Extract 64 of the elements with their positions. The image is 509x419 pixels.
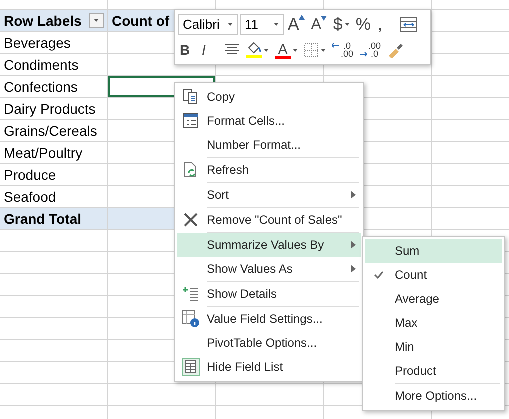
row-label: Meat/Poultry bbox=[4, 145, 83, 161]
row-label: Produce bbox=[4, 167, 56, 183]
add-list-icon bbox=[182, 285, 200, 303]
menu-item[interactable]: Number Format... bbox=[177, 133, 361, 157]
menu-item[interactable]: PivotTable Options... bbox=[177, 331, 361, 355]
menu-item[interactable]: Min bbox=[365, 335, 502, 359]
row-label: Dairy Products bbox=[4, 101, 96, 117]
toolbar-button[interactable]: .0 .00 bbox=[330, 40, 356, 60]
up-arrow-icon bbox=[299, 14, 306, 20]
row-label: Seafood bbox=[4, 189, 56, 205]
paint-bucket-icon bbox=[246, 42, 262, 55]
grand-total-label: Grand Total bbox=[0, 208, 107, 229]
toolbar-button[interactable]: , bbox=[376, 14, 396, 34]
menu-item[interactable]: Format Cells... bbox=[177, 109, 361, 133]
font-dropdown[interactable]: Calibri bbox=[178, 14, 238, 35]
caret-icon bbox=[274, 23, 279, 26]
toolbar-button[interactable]: A bbox=[309, 14, 330, 34]
caret-icon bbox=[228, 23, 233, 26]
menu-item[interactable]: Count bbox=[365, 263, 502, 287]
down-arrow-icon bbox=[321, 16, 328, 21]
caret-icon bbox=[321, 48, 326, 52]
caret-icon bbox=[94, 19, 99, 22]
close-icon bbox=[182, 211, 200, 229]
menu-item[interactable]: Remove "Count of Sales" bbox=[177, 208, 361, 232]
menu-item[interactable]: Sum bbox=[365, 239, 502, 263]
caret-icon bbox=[264, 48, 269, 52]
toolbar-button[interactable] bbox=[398, 14, 420, 34]
menu-item[interactable]: Copy bbox=[177, 85, 361, 109]
toolbar-button[interactable] bbox=[244, 40, 271, 60]
menu-item[interactable]: Max bbox=[365, 311, 502, 335]
menu-item[interactable]: Value Field Settings... bbox=[177, 307, 361, 331]
row-label: Condiments bbox=[4, 57, 79, 73]
toolbar-button[interactable]: I bbox=[200, 40, 220, 60]
menu-item[interactable]: Show Values As bbox=[177, 257, 361, 281]
copy-icon bbox=[182, 88, 200, 106]
paintbrush-icon bbox=[387, 42, 406, 58]
menu-item[interactable]: Show Details bbox=[177, 282, 361, 306]
menu-item[interactable]: Average bbox=[365, 287, 502, 311]
merge-cells-icon bbox=[400, 16, 418, 32]
menu-item[interactable]: Sort bbox=[177, 183, 361, 207]
column-header: Row Labels bbox=[4, 13, 82, 29]
toolbar-button[interactable]: .00 .0 bbox=[358, 40, 384, 60]
menu-item[interactable]: Summarize Values By bbox=[177, 233, 361, 257]
row-label: Beverages bbox=[4, 35, 71, 51]
menu-item[interactable]: Product bbox=[365, 359, 502, 383]
menu-item[interactable]: Hide Field List bbox=[177, 355, 361, 379]
borders-icon bbox=[304, 42, 319, 58]
caret-icon bbox=[344, 23, 350, 26]
toolbar-button[interactable]: A bbox=[273, 40, 300, 60]
toolbar-button[interactable]: B bbox=[178, 40, 198, 60]
align-center-icon bbox=[224, 43, 240, 57]
toolbar-button[interactable]: A bbox=[286, 14, 308, 34]
field-list-icon bbox=[182, 358, 200, 376]
menu-item[interactable]: More Options... bbox=[365, 384, 502, 408]
toolbar-button[interactable]: $ bbox=[331, 14, 352, 34]
format-cells-icon bbox=[182, 112, 200, 130]
toolbar-button[interactable]: % bbox=[354, 14, 374, 34]
filter-dropdown-button[interactable] bbox=[89, 13, 104, 28]
font-size-dropdown[interactable]: 11 bbox=[240, 14, 284, 35]
field-settings-icon bbox=[182, 310, 200, 328]
row-label: Grains/Cereals bbox=[4, 123, 98, 139]
row-label: Confections bbox=[4, 79, 78, 95]
menu-item[interactable]: Refresh bbox=[177, 158, 361, 182]
caret-icon bbox=[293, 48, 298, 52]
